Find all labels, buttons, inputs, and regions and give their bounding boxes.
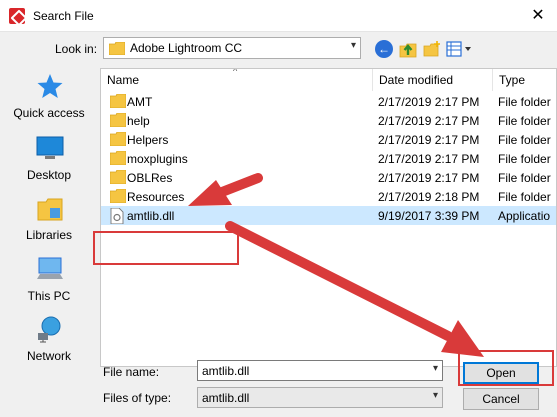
column-header-date[interactable]: Date modified (373, 69, 493, 91)
back-icon[interactable] (375, 40, 393, 58)
file-name-field[interactable]: amtlib.dll ▾ (197, 360, 443, 381)
file-name: AMT (127, 95, 153, 109)
annotation-box-open (458, 350, 554, 386)
file-name-label: File name: (103, 365, 160, 379)
look-in-dropdown[interactable]: Adobe Lightroom CC ▾ (103, 37, 361, 59)
file-type-label: Files of type: (103, 391, 172, 405)
file-type-value: amtlib.dll (202, 391, 250, 405)
file-name: amtlib.dll (127, 209, 175, 223)
look-in-label: Look in: (55, 42, 98, 56)
file-name: moxplugins (127, 152, 188, 166)
file-type: Applicatio (498, 209, 551, 223)
cancel-button[interactable]: Cancel (463, 388, 539, 410)
window-title: Search File (33, 9, 94, 23)
place-libraries[interactable]: Libraries (4, 190, 94, 250)
place-network[interactable]: Network (4, 311, 94, 371)
close-button[interactable]: ✕ (527, 5, 549, 27)
place-label: Desktop (26, 168, 72, 182)
new-folder-icon[interactable] (423, 40, 441, 58)
place-label: Network (26, 349, 71, 363)
file-type: File folder (498, 190, 551, 204)
chevron-down-icon[interactable]: ▾ (433, 390, 438, 401)
place-label: Libraries (25, 228, 73, 242)
file-name-value: amtlib.dll (202, 364, 250, 378)
file-type-dropdown[interactable]: amtlib.dll ▾ (197, 387, 443, 408)
table-row[interactable]: help 2/17/2019 2:17 PM File folder (101, 111, 556, 130)
folder-icon (110, 132, 126, 146)
file-type: File folder (498, 95, 551, 109)
file-date: 2/17/2019 2:17 PM (378, 95, 480, 109)
table-row[interactable]: AMT 2/17/2019 2:17 PM File folder (101, 92, 556, 111)
up-folder-icon[interactable] (399, 40, 417, 58)
file-date: 2/17/2019 2:17 PM (378, 152, 480, 166)
file-list[interactable]: ^ Name Date modified Type AMT 2/17/2019 … (100, 68, 557, 367)
folder-icon (110, 189, 126, 203)
app-icon (9, 8, 25, 24)
table-row-selected[interactable]: amtlib.dll 9/19/2017 3:39 PM Applicatio (101, 206, 556, 225)
file-type: File folder (498, 133, 551, 147)
place-this-pc[interactable]: This PC (4, 251, 94, 311)
table-row[interactable]: moxplugins 2/17/2019 2:17 PM File folder (101, 149, 556, 168)
places-bar: Quick access Desktop Libraries This PC N… (4, 68, 94, 368)
file-name: help (127, 114, 150, 128)
place-desktop[interactable]: Desktop (4, 130, 94, 190)
network-icon (38, 316, 61, 343)
look-in-value: Adobe Lightroom CC (130, 41, 243, 55)
folder-icon (110, 113, 126, 127)
table-row[interactable]: Resources 2/17/2019 2:18 PM File folder (101, 187, 556, 206)
view-menu-icon[interactable] (446, 40, 474, 58)
file-name: OBLRes (127, 171, 173, 185)
dll-file-icon (110, 208, 124, 224)
annotation-box-file (93, 231, 239, 265)
computer-icon (37, 257, 63, 279)
place-label: This PC (27, 289, 71, 303)
file-date: 2/17/2019 2:17 PM (378, 133, 480, 147)
chevron-down-icon[interactable]: ▾ (351, 40, 356, 51)
file-date: 9/19/2017 3:39 PM (378, 209, 480, 223)
libraries-icon (37, 198, 63, 221)
file-type: File folder (498, 152, 551, 166)
file-type: File folder (498, 171, 551, 185)
file-name: Resources (127, 190, 185, 204)
file-name: Helpers (127, 133, 169, 147)
file-date: 2/17/2019 2:18 PM (378, 190, 480, 204)
folder-icon (109, 42, 125, 55)
dialog-body: Look in: Adobe Lightroom CC ▾ Quick acce… (0, 32, 557, 417)
file-date: 2/17/2019 2:17 PM (378, 114, 480, 128)
table-row[interactable]: Helpers 2/17/2019 2:17 PM File folder (101, 130, 556, 149)
folder-icon (110, 151, 126, 165)
file-date: 2/17/2019 2:17 PM (378, 171, 480, 185)
folder-icon (110, 94, 126, 108)
sort-ascending-icon: ^ (233, 68, 238, 76)
file-type: File folder (498, 114, 551, 128)
table-row[interactable]: OBLRes 2/17/2019 2:17 PM File folder (101, 168, 556, 187)
place-label: Quick access (13, 106, 85, 120)
title-bar: Search File ✕ (0, 0, 557, 32)
chevron-down-icon[interactable]: ▾ (433, 363, 438, 374)
column-header-name[interactable]: ^ Name (101, 69, 373, 91)
folder-icon (110, 170, 126, 184)
place-quick-access[interactable]: Quick access (4, 68, 94, 128)
desktop-icon (36, 136, 64, 159)
column-header-type[interactable]: Type (493, 69, 556, 91)
star-icon (37, 74, 63, 98)
